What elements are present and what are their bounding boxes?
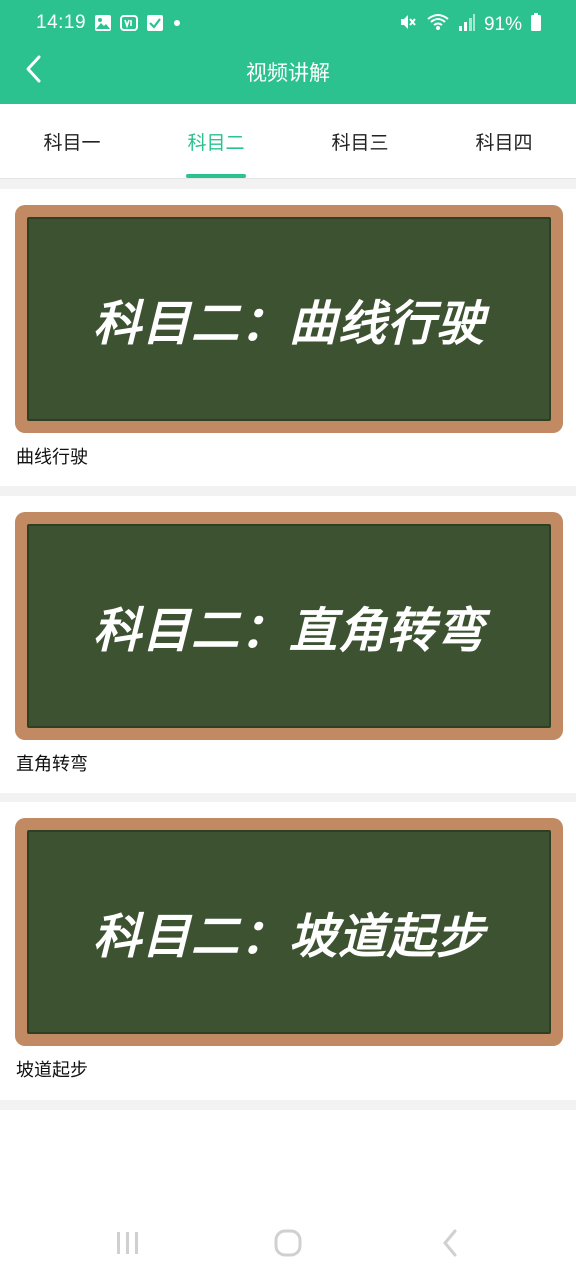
status-notification-icons (94, 14, 182, 37)
status-bar: 14:19 91% (0, 0, 576, 48)
video-caption: 直角转弯 (16, 754, 88, 775)
back-icon (440, 1228, 460, 1262)
app-header: 14:19 91% 视频讲解 (0, 0, 576, 104)
system-nav-bar (0, 1210, 576, 1280)
active-tab-indicator (186, 174, 246, 178)
thumbnail-title: 科目二：直角转弯 (92, 603, 485, 659)
video-thumbnail: 科目二：直角转弯 (15, 512, 563, 740)
status-system-icons: 91% (398, 12, 542, 38)
mute-icon (398, 12, 418, 38)
video-thumbnail: 科目二：坡道起步 (15, 818, 563, 1046)
nav-back-button[interactable] (428, 1228, 472, 1262)
video-card-right-angle-turn[interactable]: 科目二：直角转弯 直角转弯 (0, 496, 576, 792)
checkbox-icon (146, 14, 164, 37)
home-icon (273, 1228, 303, 1262)
signal-icon (458, 12, 476, 38)
tab-subject-2[interactable]: 科目二 (144, 104, 288, 178)
video-card-hill-start[interactable]: 科目二：坡道起步 坡道起步 (0, 802, 576, 1098)
tv-app-icon (120, 14, 138, 37)
dot-icon (172, 14, 182, 37)
thumbnail-title: 科目二：曲线行驶 (92, 296, 485, 352)
tab-subject-1[interactable]: 科目一 (0, 104, 144, 178)
divider (0, 486, 576, 496)
tab-label: 科目三 (331, 131, 389, 154)
image-icon (94, 14, 112, 37)
tab-label: 科目二 (187, 131, 245, 154)
subject-tabs: 科目一 科目二 科目三 科目四 (0, 104, 576, 179)
wifi-icon (426, 12, 450, 38)
thumbnail-title: 科目二：坡道起步 (92, 909, 485, 965)
divider (0, 179, 576, 189)
status-time: 14:19 (36, 12, 87, 33)
recent-apps-icon (114, 1230, 142, 1260)
tab-label: 科目四 (475, 131, 533, 154)
recent-apps-button[interactable] (106, 1228, 150, 1262)
battery-percent: 91% (483, 14, 522, 35)
tab-subject-3[interactable]: 科目三 (288, 104, 432, 178)
video-thumbnail: 科目二：曲线行驶 (15, 205, 563, 433)
battery-icon (530, 12, 542, 38)
video-caption: 坡道起步 (16, 1060, 88, 1081)
video-card-curve[interactable]: 科目二：曲线行驶 曲线行驶 (0, 189, 576, 485)
video-caption: 曲线行驶 (16, 447, 88, 468)
tab-subject-4[interactable]: 科目四 (432, 104, 576, 178)
page-title: 视频讲解 (246, 61, 330, 85)
tab-label: 科目一 (43, 131, 101, 154)
home-button[interactable] (266, 1228, 310, 1262)
divider (0, 1100, 576, 1110)
